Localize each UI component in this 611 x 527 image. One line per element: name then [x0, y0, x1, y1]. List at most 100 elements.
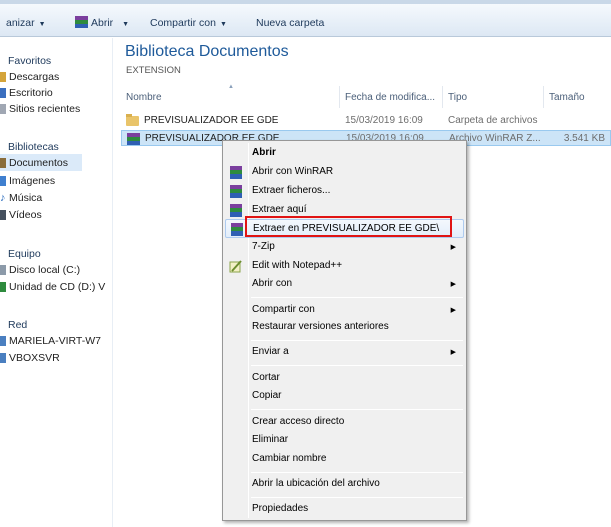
menu-item-7zip[interactable]: 7-Zip ▶ — [225, 238, 464, 257]
file-modified: 15/03/2019 16:09 — [345, 115, 423, 126]
menu-item-open[interactable]: Abrir — [225, 144, 464, 163]
music-icon: ♪ — [0, 191, 6, 204]
recent-places-icon — [0, 103, 6, 114]
menu-item-copy[interactable]: Copiar — [225, 387, 464, 406]
nav-item-host-mariela[interactable]: MARIELA-VIRT-W7 — [0, 332, 101, 349]
menu-item-edit-notepad[interactable]: Edit with Notepad++ — [225, 257, 464, 276]
submenu-arrow-icon: ▶ — [450, 244, 456, 251]
nav-item-recent[interactable]: Sitios recientes — [0, 100, 80, 117]
file-name: PREVISUALIZADOR EE GDE — [144, 115, 279, 126]
menu-label: Edit with Notepad++ — [252, 260, 343, 271]
nav-computer[interactable]: Equipo — [8, 245, 41, 262]
nav-label: Disco local (C:) — [9, 263, 81, 276]
nav-item-local-disk[interactable]: Disco local (C:) — [0, 261, 80, 278]
nav-item-desktop[interactable]: Escritorio — [0, 84, 53, 101]
nav-item-documents[interactable]: Documentos — [0, 154, 82, 171]
submenu-arrow-icon: ▶ — [450, 307, 456, 314]
submenu-arrow-icon: ▶ — [450, 281, 456, 288]
organize-label: anizar — [6, 17, 35, 29]
new-folder-button[interactable]: Nueva carpeta — [256, 17, 324, 29]
menu-item-extract-files[interactable]: Extraer ficheros... — [225, 182, 464, 201]
menu-separator — [251, 297, 463, 298]
nav-label: Imágenes — [9, 174, 56, 187]
menu-separator — [251, 365, 463, 366]
nav-item-host-vboxsvr[interactable]: VBOXSVR — [0, 349, 60, 366]
open-label: Abrir — [91, 17, 114, 29]
nav-label: VBOXSVR — [9, 351, 60, 364]
column-separator[interactable] — [339, 86, 340, 108]
menu-label: Propiedades — [252, 503, 309, 514]
computer-icon — [0, 352, 6, 363]
menu-label: Enviar a — [252, 346, 289, 357]
desktop-icon — [0, 87, 6, 98]
file-type: Carpeta de archivos — [448, 115, 538, 126]
file-size: 3.541 KB — [563, 133, 605, 144]
winrar-icon — [231, 223, 243, 236]
nav-item-videos[interactable]: Vídeos — [0, 206, 42, 223]
menu-item-open-file-location[interactable]: Abrir la ubicación del archivo — [225, 475, 464, 494]
column-separator[interactable] — [442, 86, 443, 108]
share-menu-button[interactable]: Compartir con ▼ — [150, 17, 227, 29]
column-header-modified[interactable]: Fecha de modifica... — [345, 92, 435, 103]
folder-icon — [126, 114, 139, 126]
nav-item-music[interactable]: ♪ Música — [0, 189, 42, 206]
menu-label: Eliminar — [252, 434, 289, 445]
highlight-annotation-box — [245, 216, 452, 237]
menu-separator — [251, 409, 463, 410]
menu-item-restore-versions[interactable]: Restaurar versiones anteriores — [225, 318, 464, 337]
share-label: Compartir con — [150, 17, 216, 29]
menu-item-create-shortcut[interactable]: Crear acceso directo — [225, 413, 464, 432]
nav-network[interactable]: Red — [8, 316, 27, 333]
menu-label: Abrir con — [252, 278, 293, 289]
cd-drive-icon — [0, 281, 6, 292]
nav-label: Descargas — [9, 70, 60, 83]
menu-item-open-winrar[interactable]: Abrir con WinRAR — [225, 163, 464, 182]
hard-disk-icon — [0, 264, 6, 275]
nav-label: Sitios recientes — [9, 102, 81, 115]
menu-separator — [251, 497, 463, 498]
nav-item-downloads[interactable]: Descargas — [0, 68, 59, 85]
menu-label: Compartir con — [252, 304, 315, 315]
column-header-name[interactable]: Nombre — [126, 92, 162, 103]
menu-item-open-with[interactable]: Abrir con ▶ — [225, 275, 464, 294]
winrar-icon — [230, 204, 242, 217]
navigation-pane: Favoritos Descargas Escritorio Sitios re… — [0, 38, 112, 527]
menu-item-delete[interactable]: Eliminar — [225, 431, 464, 450]
nav-item-cd-drive[interactable]: Unidad de CD (D:) V — [0, 278, 105, 295]
nav-label: Música — [9, 191, 43, 204]
videos-icon — [0, 209, 6, 220]
computer-icon — [0, 335, 6, 346]
menu-item-properties[interactable]: Propiedades — [225, 500, 464, 519]
menu-label: Cortar — [252, 372, 280, 383]
menu-label: Restaurar versiones anteriores — [252, 321, 389, 332]
notepad-plus-plus-icon — [229, 260, 242, 273]
nav-label: Vídeos — [9, 208, 42, 221]
winrar-archive-icon — [127, 133, 140, 145]
menu-label: Extraer aquí — [252, 204, 307, 215]
open-menu-button[interactable]: Abrir ▼ — [91, 17, 129, 29]
menu-item-send-to[interactable]: Enviar a ▶ — [225, 343, 464, 362]
column-header-type[interactable]: Tipo — [448, 92, 467, 103]
nav-item-images[interactable]: Imágenes — [0, 172, 55, 189]
nav-favorites[interactable]: Favoritos — [8, 52, 51, 69]
menu-item-cut[interactable]: Cortar — [225, 369, 464, 388]
column-header-size[interactable]: Tamaño — [549, 92, 585, 103]
nav-libraries[interactable]: Bibliotecas — [8, 138, 59, 155]
chevron-down-icon: ▼ — [122, 21, 130, 28]
pane-divider[interactable] — [112, 38, 113, 527]
table-row[interactable]: PREVISUALIZADOR EE GDE 15/03/2019 16:09 … — [121, 113, 611, 129]
library-subtitle: EXTENSION — [126, 65, 181, 76]
menu-label: Copiar — [252, 390, 282, 401]
menu-label: Crear acceso directo — [252, 416, 345, 427]
menu-separator — [251, 472, 463, 473]
column-separator[interactable] — [543, 86, 544, 108]
library-title: Biblioteca Documentos — [125, 43, 289, 60]
nav-label: MARIELA-VIRT-W7 — [9, 334, 101, 347]
images-icon — [0, 175, 6, 186]
organize-menu-button[interactable]: anizar ▼ — [6, 17, 46, 29]
documents-icon — [0, 157, 6, 168]
menu-item-rename[interactable]: Cambiar nombre — [225, 450, 464, 469]
menu-label: Abrir — [252, 147, 276, 158]
menu-label: Extraer ficheros... — [252, 185, 331, 196]
menu-label: Abrir con WinRAR — [252, 166, 334, 177]
